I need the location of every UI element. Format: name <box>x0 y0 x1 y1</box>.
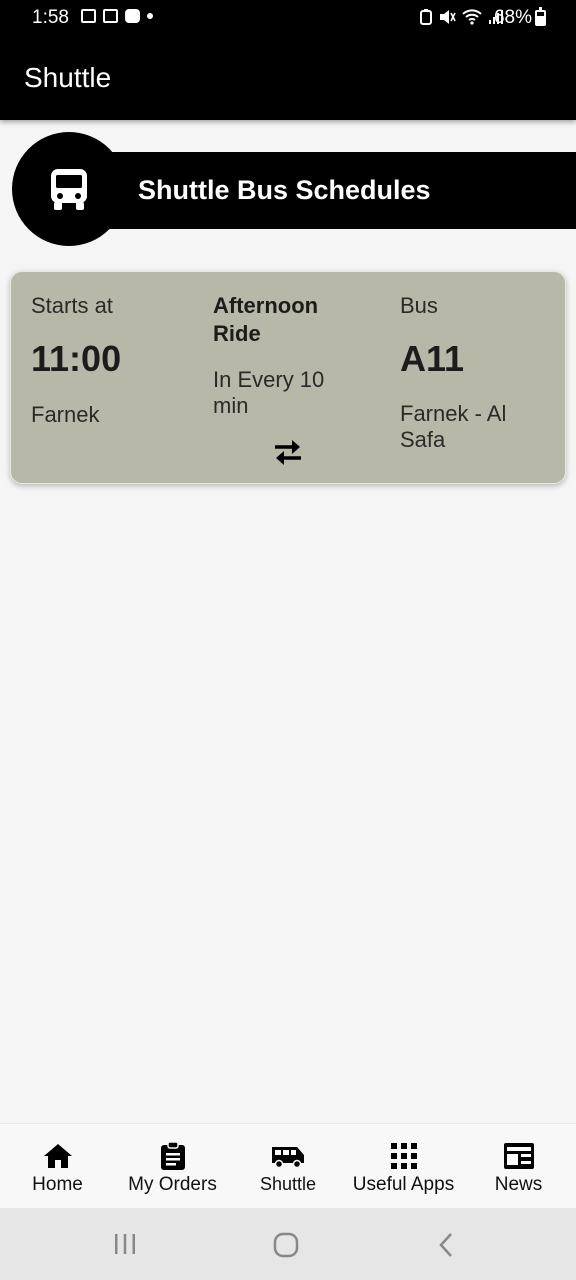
shuttle-bus-icon <box>272 1147 304 1168</box>
banner-title: Shuttle Bus Schedules <box>138 175 431 205</box>
nav-useful-apps[interactable]: Useful Apps <box>346 1124 461 1209</box>
nav-home[interactable]: Home <box>0 1124 115 1209</box>
wifi-icon <box>462 9 482 25</box>
newspaper-icon <box>503 1143 534 1169</box>
route: Farnek - Al Safa <box>400 401 507 452</box>
battery-percent: 68% <box>493 7 532 28</box>
starts-label: Starts at <box>31 293 113 318</box>
clipboard-icon <box>160 1141 185 1170</box>
nav-my-orders[interactable]: My Orders <box>115 1124 230 1209</box>
start-time: 11:00 <box>31 338 122 379</box>
status-bar: 1:58 68% <box>0 0 576 36</box>
banner-circle <box>12 132 126 246</box>
mute-icon <box>440 10 456 24</box>
page-title: Shuttle <box>24 62 112 93</box>
bus-icon <box>51 169 87 210</box>
nav-home-label: Home <box>32 1174 83 1195</box>
calendar-icon <box>103 9 118 23</box>
nav-shuttle[interactable]: Shuttle <box>230 1124 346 1209</box>
bottom-nav: Home My Orders Shuttle Useful Apps News <box>0 1123 576 1208</box>
nav-shuttle-label: Shuttle <box>259 1174 317 1194</box>
youtube-icon <box>125 9 140 23</box>
frequency: In Every 10 min <box>213 367 325 418</box>
bus-label: Bus <box>400 293 438 318</box>
nav-news-label: News <box>494 1174 543 1195</box>
ride-name: Afternoon Ride <box>213 293 319 346</box>
back-icon[interactable] <box>438 1232 454 1258</box>
swap-icon[interactable] <box>273 438 303 466</box>
app-bar: Shuttle <box>0 36 576 120</box>
nav-useful-apps-label: Useful Apps <box>352 1174 455 1195</box>
schedule-card[interactable]: Starts at 11:00 Farnek Afternoon Ride In… <box>10 271 566 484</box>
nav-my-orders-label: My Orders <box>128 1174 217 1195</box>
image-icon <box>81 9 96 23</box>
apps-grid-icon <box>390 1143 417 1169</box>
origin: Farnek <box>31 402 100 427</box>
home-circle-icon[interactable] <box>273 1232 299 1258</box>
battery-icon <box>535 7 546 26</box>
bus-number: A11 <box>400 338 465 379</box>
nav-news[interactable]: News <box>461 1124 576 1209</box>
status-time: 1:58 <box>32 7 69 28</box>
battery-saver-icon <box>420 9 432 25</box>
system-nav-bar <box>0 1208 576 1280</box>
notification-dot-icon <box>147 13 153 19</box>
home-icon <box>43 1144 72 1168</box>
recents-icon[interactable] <box>113 1233 137 1255</box>
